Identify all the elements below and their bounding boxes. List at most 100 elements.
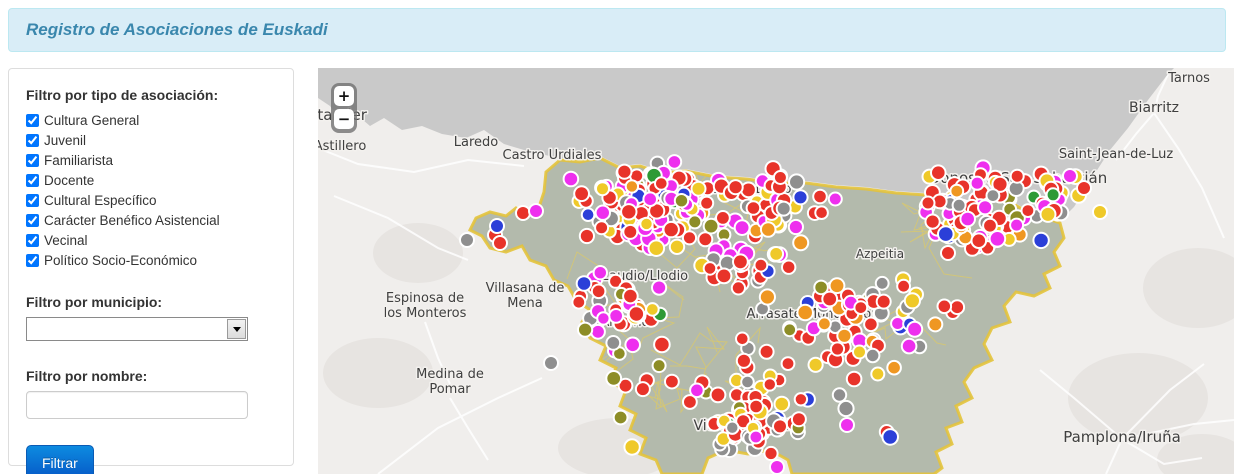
association-marker[interactable] [959, 210, 977, 228]
association-marker[interactable] [787, 218, 804, 236]
association-marker[interactable] [936, 298, 953, 315]
association-marker[interactable] [735, 352, 752, 369]
association-marker[interactable] [782, 322, 798, 338]
type-filter-checkbox[interactable] [26, 113, 39, 127]
association-marker[interactable] [489, 218, 505, 234]
association-marker[interactable] [528, 203, 544, 219]
association-marker[interactable] [543, 355, 559, 371]
association-marker[interactable] [622, 287, 639, 305]
association-marker[interactable] [780, 356, 796, 372]
association-marker[interactable] [634, 381, 651, 398]
association-marker[interactable] [592, 265, 608, 281]
association-marker[interactable] [1076, 180, 1092, 196]
type-filter-option[interactable]: Cultural Específico [26, 190, 277, 210]
association-marker[interactable] [595, 181, 610, 197]
type-filter-checkbox[interactable] [26, 253, 39, 267]
association-marker[interactable] [781, 259, 797, 275]
association-marker[interactable] [1092, 204, 1108, 220]
association-marker[interactable] [881, 428, 900, 446]
association-marker[interactable] [715, 267, 733, 285]
association-marker[interactable] [1045, 187, 1061, 203]
association-marker[interactable] [740, 374, 755, 390]
association-marker[interactable] [577, 321, 594, 338]
map[interactable]: SantanderAstilleroLaredoCastro UrdialesE… [318, 68, 1234, 474]
association-marker[interactable] [769, 459, 785, 474]
type-filter-option[interactable]: Familiarista [26, 150, 277, 170]
association-marker[interactable] [702, 261, 718, 276]
association-marker[interactable] [829, 341, 846, 357]
association-marker[interactable] [772, 170, 788, 185]
association-marker[interactable] [831, 387, 848, 403]
association-marker[interactable] [853, 300, 869, 316]
association-marker[interactable] [666, 154, 683, 170]
association-marker[interactable] [817, 316, 832, 332]
zoom-in-button[interactable]: + [334, 86, 354, 106]
association-marker[interactable] [930, 164, 947, 181]
association-marker[interactable] [727, 179, 744, 196]
association-marker[interactable] [814, 205, 829, 220]
type-filter-checkbox[interactable] [26, 153, 39, 167]
association-marker[interactable] [890, 316, 906, 331]
association-marker[interactable] [645, 302, 660, 317]
association-marker[interactable] [903, 292, 922, 310]
association-marker[interactable] [623, 438, 641, 456]
type-filter-checkbox[interactable] [26, 173, 39, 187]
type-filter-option[interactable]: Político Socio-Económico [26, 250, 277, 270]
association-marker[interactable] [788, 173, 806, 191]
association-marker[interactable] [745, 200, 762, 216]
association-marker[interactable] [837, 399, 855, 418]
association-marker[interactable] [642, 191, 659, 207]
association-marker[interactable] [792, 189, 809, 206]
association-marker[interactable] [836, 327, 853, 344]
association-marker[interactable] [735, 331, 750, 347]
association-marker[interactable] [662, 220, 680, 239]
association-marker[interactable] [709, 386, 727, 404]
association-marker[interactable] [697, 231, 714, 248]
association-marker[interactable] [715, 210, 731, 226]
association-marker[interactable] [1062, 168, 1078, 184]
association-marker[interactable] [937, 225, 955, 243]
association-marker[interactable] [689, 382, 705, 399]
association-marker[interactable] [492, 235, 508, 251]
association-marker[interactable] [515, 205, 531, 221]
type-filter-option[interactable]: Cultura General [26, 110, 277, 130]
association-marker[interactable] [773, 395, 791, 413]
association-marker[interactable] [753, 257, 769, 273]
association-marker[interactable] [863, 316, 879, 333]
association-marker[interactable] [870, 366, 886, 382]
association-marker[interactable] [951, 197, 967, 213]
association-marker[interactable] [875, 293, 892, 310]
map-canvas[interactable]: SantanderAstilleroLaredoCastro UrdialesE… [318, 68, 1234, 474]
association-marker[interactable] [758, 343, 775, 360]
association-marker[interactable] [578, 227, 595, 245]
association-marker[interactable] [775, 200, 792, 217]
association-marker[interactable] [949, 183, 965, 199]
association-marker[interactable] [654, 176, 669, 191]
association-marker[interactable] [772, 418, 788, 435]
type-filter-option[interactable]: Juvenil [26, 130, 277, 150]
type-filter-option[interactable]: Vecinal [26, 230, 277, 250]
association-marker[interactable] [673, 193, 690, 209]
association-marker[interactable] [608, 308, 625, 324]
association-marker[interactable] [1020, 203, 1036, 219]
association-marker[interactable] [768, 246, 785, 262]
association-marker[interactable] [793, 392, 809, 407]
association-marker[interactable] [627, 305, 646, 323]
association-marker[interactable] [827, 191, 843, 207]
association-marker[interactable] [605, 335, 622, 351]
type-filter-option[interactable]: Docente [26, 170, 277, 190]
association-marker[interactable] [732, 253, 749, 271]
association-marker[interactable] [821, 290, 839, 308]
association-marker[interactable] [725, 420, 740, 435]
association-marker[interactable] [653, 335, 671, 354]
association-marker[interactable] [620, 203, 638, 221]
type-filter-checkbox[interactable] [26, 133, 39, 147]
association-marker[interactable] [1032, 231, 1050, 250]
association-marker[interactable] [874, 275, 890, 291]
association-marker[interactable] [927, 316, 944, 333]
association-marker[interactable] [575, 275, 593, 292]
association-marker[interactable] [590, 283, 607, 300]
association-marker[interactable] [807, 356, 824, 373]
association-marker[interactable] [763, 445, 779, 462]
association-marker[interactable] [796, 303, 815, 322]
